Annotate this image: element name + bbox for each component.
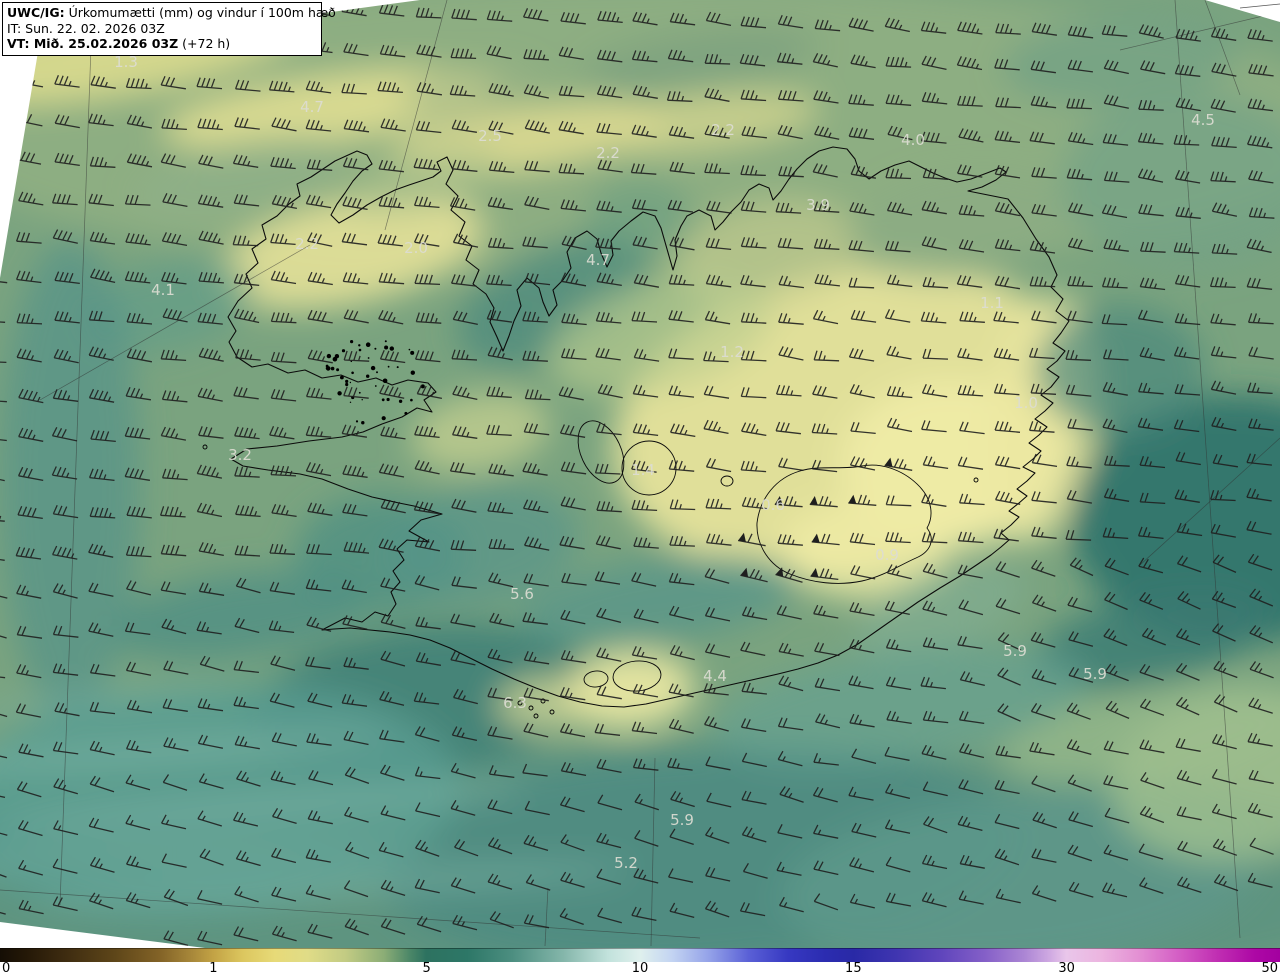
title-box: UWC/IG: Úrkomumætti (mm) og vindur í 100… bbox=[2, 2, 336, 56]
colorbar-tick-label: 1 bbox=[209, 961, 218, 976]
value-label: 2.2 bbox=[596, 144, 620, 162]
value-label: 1.4 bbox=[631, 461, 655, 479]
value-label: 1.3 bbox=[114, 53, 138, 71]
value-label: 5.6 bbox=[510, 585, 534, 603]
colorbar-tick-label: 15 bbox=[845, 961, 862, 976]
value-label: 4.5 bbox=[1191, 111, 1215, 129]
value-label: 2.5 bbox=[478, 127, 502, 145]
value-label: 0.6 bbox=[761, 496, 785, 514]
value-label: 2.0 bbox=[404, 239, 428, 257]
value-label: 3.9 bbox=[806, 196, 830, 214]
value-label: 2.2 bbox=[295, 235, 319, 253]
value-label: 5.9 bbox=[1003, 642, 1027, 660]
value-label: 4.7 bbox=[586, 251, 610, 269]
value-label: 1.0 bbox=[1014, 394, 1038, 412]
value-label: 4.7 bbox=[300, 98, 324, 116]
map-title: UWC/IG: Úrkomumætti (mm) og vindur í 100… bbox=[7, 5, 336, 20]
value-label: 5.2 bbox=[614, 854, 638, 872]
value-label: 5.9 bbox=[1083, 665, 1107, 683]
colorbar-tick-label: 0 bbox=[2, 961, 11, 976]
valid-time: VT: Mið. 25.02.2026 03Z (+72 h) bbox=[7, 36, 231, 51]
forecast-map: 1.3 4.7 2.5 2.2 2.2 4.0 4.5 3.9 2.2 2.0 4.7 4.1 1.1 1… bbox=[0, 0, 1280, 948]
value-label: 3.2 bbox=[228, 446, 252, 464]
weather-map-app: 1.3 4.7 2.5 2.2 2.2 4.0 4.5 3.9 2.2 2.0 4.7 4.1 1.1 1… bbox=[0, 0, 1280, 978]
value-label: 0.9 bbox=[875, 546, 899, 564]
colorbar-tick-label: 50 bbox=[1261, 961, 1278, 976]
init-time: IT: Sun. 22. 02. 2026 03Z bbox=[7, 20, 165, 36]
value-label: 1.1 bbox=[980, 294, 1004, 312]
value-label: 6.3 bbox=[503, 694, 527, 712]
value-label: 2.2 bbox=[711, 121, 735, 139]
value-label: 1.2 bbox=[720, 343, 744, 361]
colorbar-tick-label: 5 bbox=[422, 961, 431, 976]
colorbar-tick-label: 10 bbox=[631, 961, 649, 976]
value-label: 4.1 bbox=[151, 281, 175, 299]
value-label: 5.9 bbox=[670, 811, 694, 829]
value-label: 4.0 bbox=[901, 131, 925, 149]
model-id: UWC/IG: bbox=[7, 5, 65, 20]
value-label: 4.4 bbox=[703, 667, 727, 685]
colorbar-tick-label: 30 bbox=[1058, 961, 1075, 976]
colorbar: 0 1 5 10 15 30 50 bbox=[0, 948, 1280, 978]
colorbar-tick-labels: 0 1 5 10 15 30 50 bbox=[0, 962, 1280, 978]
